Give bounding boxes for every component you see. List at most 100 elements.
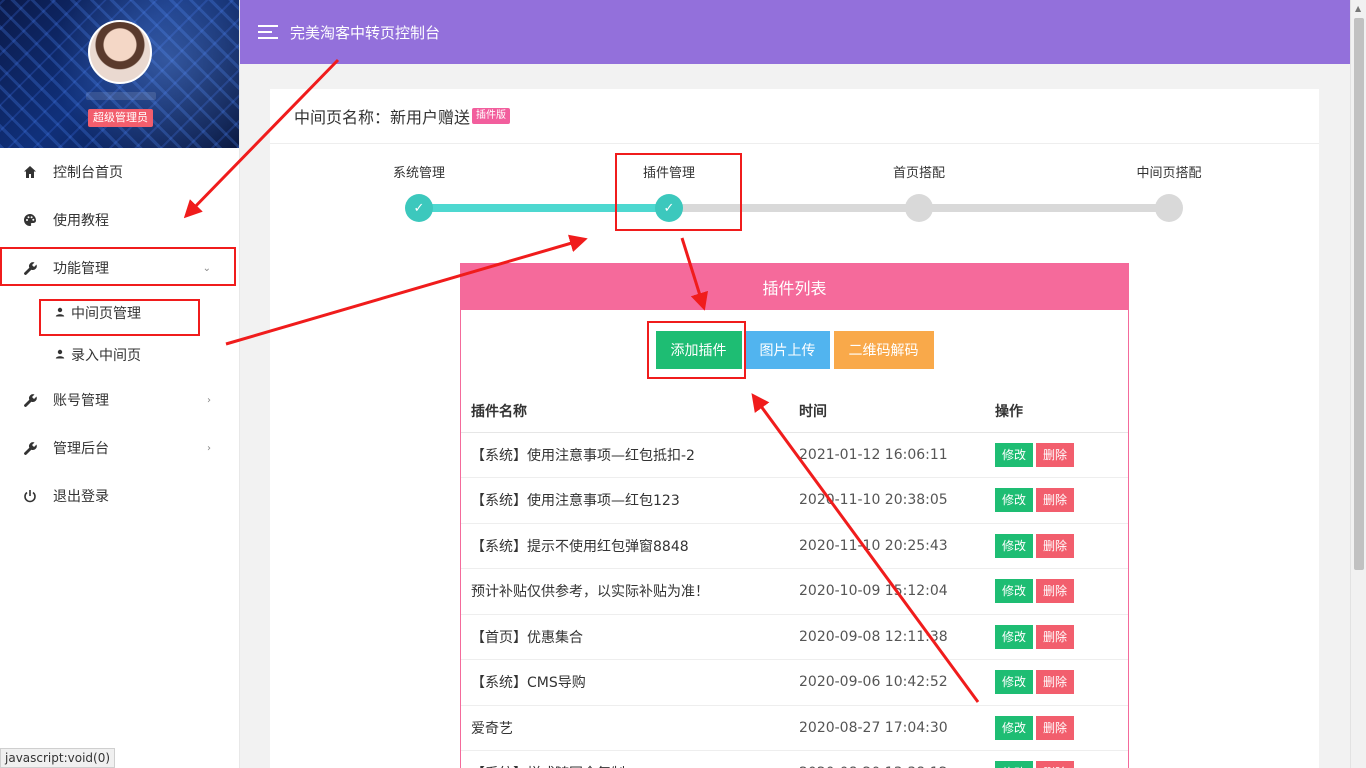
table-row: 【系统】使用注意事项—红包123 2020-11-10 20:38:05 修改 删除 bbox=[461, 477, 1128, 524]
sidebar-item-account-management[interactable]: 账号管理 › bbox=[0, 376, 239, 424]
step-label-middle-page: 中间页搭配 bbox=[1136, 166, 1202, 181]
edit-button[interactable]: 修改 bbox=[995, 670, 1034, 695]
panel-title: 插件列表 bbox=[461, 264, 1128, 310]
plugin-time-cell: 2021-01-12 16:06:11 bbox=[789, 432, 985, 478]
delete-button[interactable]: 删除 bbox=[1036, 579, 1075, 604]
check-icon: ✓ bbox=[413, 200, 425, 216]
sidebar-item-label: 控制台首页 bbox=[53, 165, 123, 181]
edit-button[interactable]: 修改 bbox=[995, 579, 1034, 604]
table-row: 【系统】使用注意事项—红包抵扣-2 2021-01-12 16:06:11 修改 删除 bbox=[461, 432, 1128, 478]
table-row: 爱奇艺 2020-08-27 17:04:30 修改 删除 bbox=[461, 705, 1128, 751]
delete-button[interactable]: 删除 bbox=[1036, 533, 1075, 558]
panel-toolbar: 添加插件 图片上传 二维码解码 bbox=[461, 331, 1128, 369]
role-badge: 超级管理员 bbox=[88, 109, 153, 127]
plugin-ops-cell: 修改删除 bbox=[985, 477, 1128, 524]
edit-button[interactable]: 修改 bbox=[995, 533, 1034, 558]
scrollbar-thumb[interactable] bbox=[1354, 18, 1364, 570]
edit-button[interactable]: 修改 bbox=[995, 715, 1034, 740]
menu-toggle-icon[interactable] bbox=[258, 25, 278, 39]
step-line-done bbox=[419, 204, 669, 212]
power-icon bbox=[22, 488, 38, 504]
plugin-table: 插件名称 时间 操作 【系统】使用注意事项—红包抵扣-2 2021-01-12 1… bbox=[461, 390, 1128, 768]
plugin-name-cell: 【系统】CMS导购 bbox=[461, 659, 789, 706]
progress-steps: 系统管理 插件管理 首页搭配 中间页搭配 ✓ ✓ bbox=[270, 149, 1319, 239]
plugin-name-cell: 【系统】提示不使用红包弹窗8848 bbox=[461, 523, 789, 569]
chevron-right-icon: › bbox=[207, 394, 211, 406]
sidebar: 超级管理员 控制台首页 使用教程 功能管理 ⌄ 中间页管理 录入中间页 账号管理… bbox=[0, 0, 240, 768]
plugin-list-panel: 插件列表 添加插件 图片上传 二维码解码 插件名称 时间 操作 【系统】使用注意… bbox=[460, 263, 1129, 768]
plugin-time-cell: 2020-08-20 13:38:12 bbox=[789, 750, 985, 768]
delete-button[interactable]: 删除 bbox=[1036, 670, 1075, 695]
avatar[interactable] bbox=[88, 20, 152, 84]
step-label-plugin: 插件管理 bbox=[642, 166, 696, 181]
plugin-table-body: 【系统】使用注意事项—红包抵扣-2 2021-01-12 16:06:11 修改 删除… bbox=[461, 432, 1128, 768]
column-header-ops: 操作 bbox=[985, 390, 1128, 433]
table-row: 【系统】样式随同全复制2020-08-20 13:38:12修改删除 bbox=[461, 750, 1128, 768]
sidebar-item-label: 使用教程 bbox=[53, 213, 109, 229]
user-icon bbox=[55, 307, 65, 320]
edit-button[interactable]: 修改 bbox=[995, 761, 1034, 768]
column-header-time: 时间 bbox=[789, 390, 985, 433]
table-row: 【系统】CMS导购 2020-09-06 10:42:52 修改 删除 bbox=[461, 659, 1128, 706]
upload-image-button[interactable]: 图片上传 bbox=[745, 331, 830, 369]
step-dot-done: ✓ bbox=[655, 194, 683, 222]
sidebar-item-logout[interactable]: 退出登录 bbox=[0, 472, 239, 520]
plugin-name-cell: 【系统】使用注意事项—红包123 bbox=[461, 477, 789, 524]
sidebar-item-admin-backend[interactable]: 管理后台 › bbox=[0, 424, 239, 472]
plugin-name-cell: 预计补贴仅供参考，以实际补贴为准！ bbox=[461, 568, 789, 615]
plugin-time-cell: 2020-11-10 20:38:05 bbox=[789, 477, 985, 524]
sidebar-item-label: 退出登录 bbox=[53, 489, 109, 505]
wrench-icon bbox=[22, 392, 38, 408]
plugin-ops-cell: 修改删除 bbox=[985, 568, 1128, 615]
plugin-ops-cell: 修改删除 bbox=[985, 659, 1128, 706]
plugin-time-cell: 2020-08-27 17:04:30 bbox=[789, 705, 985, 751]
plugin-ops-cell: 修改删除 bbox=[985, 750, 1128, 768]
add-plugin-button[interactable]: 添加插件 bbox=[655, 331, 742, 369]
user-icon bbox=[55, 349, 65, 362]
sidebar-item-dashboard[interactable]: 控制台首页 bbox=[0, 148, 239, 196]
sidebar-item-tutorial[interactable]: 使用教程 bbox=[0, 196, 239, 244]
edit-button[interactable]: 修改 bbox=[995, 624, 1034, 649]
table-row: 预计补贴仅供参考，以实际补贴为准！ 2020-10-09 15:12:04 修改 删除 bbox=[461, 568, 1128, 615]
page-title-name: 新用户赠送 bbox=[390, 108, 471, 127]
sidebar-item-feature-management[interactable]: 功能管理 ⌄ bbox=[0, 244, 239, 292]
plugin-ops-cell: 修改删除 bbox=[985, 614, 1128, 660]
sidebar-subitem-label: 录入中间页 bbox=[71, 348, 141, 364]
table-row: 【首页】优惠集合 2020-09-08 12:11:38 修改 删除 bbox=[461, 614, 1128, 660]
column-header-name: 插件名称 bbox=[461, 390, 789, 433]
plugin-name-cell: 爱奇艺 bbox=[461, 705, 789, 751]
plugin-name-cell: 【首页】优惠集合 bbox=[461, 614, 789, 660]
delete-button[interactable]: 删除 bbox=[1036, 624, 1075, 649]
sidebar-subitem-label: 中间页管理 bbox=[71, 306, 141, 322]
delete-button[interactable]: 删除 bbox=[1036, 442, 1075, 467]
step-label-system: 系统管理 bbox=[392, 166, 446, 181]
sidebar-item-label: 功能管理 bbox=[53, 261, 109, 277]
step-label-homepage: 首页搭配 bbox=[892, 166, 946, 181]
top-bar: 完美淘客中转页控制台 bbox=[240, 0, 1350, 64]
scroll-up-arrow-icon[interactable]: ▲ bbox=[1355, 4, 1361, 13]
chevron-down-icon: ⌄ bbox=[202, 262, 211, 274]
plugin-name-cell: 【系统】使用注意事项—红包抵扣-2 bbox=[461, 432, 789, 478]
step-dot-done: ✓ bbox=[405, 194, 433, 222]
plugin-ops-cell: 修改删除 bbox=[985, 523, 1128, 569]
sidebar-item-label: 账号管理 bbox=[53, 393, 109, 409]
sidebar-subitem-enter-middle-page[interactable]: 录入中间页 bbox=[0, 334, 239, 376]
check-icon: ✓ bbox=[663, 200, 675, 216]
page-title-prefix: 中间页名称： bbox=[294, 108, 391, 127]
delete-button[interactable]: 删除 bbox=[1036, 761, 1075, 768]
qrcode-decode-button[interactable]: 二维码解码 bbox=[833, 331, 934, 369]
plugin-time-cell: 2020-09-08 12:11:38 bbox=[789, 614, 985, 660]
chevron-right-icon: › bbox=[207, 442, 211, 454]
sidebar-subitem-middle-page-management[interactable]: 中间页管理 bbox=[0, 292, 239, 334]
app-title: 完美淘客中转页控制台 bbox=[290, 23, 441, 42]
plugin-ops-cell: 修改删除 bbox=[985, 432, 1128, 478]
wrench-icon bbox=[22, 260, 38, 276]
edit-button[interactable]: 修改 bbox=[995, 488, 1034, 513]
profile-banner: 超级管理员 bbox=[0, 0, 239, 148]
delete-button[interactable]: 删除 bbox=[1036, 488, 1075, 513]
edit-button[interactable]: 修改 bbox=[995, 442, 1034, 467]
vertical-scrollbar[interactable]: ▲ bbox=[1350, 0, 1366, 768]
plugin-time-cell: 2020-10-09 15:12:04 bbox=[789, 568, 985, 615]
delete-button[interactable]: 删除 bbox=[1036, 715, 1075, 740]
table-row: 【系统】提示不使用红包弹窗8848 2020-11-10 20:25:43 修改 删除 bbox=[461, 523, 1128, 569]
